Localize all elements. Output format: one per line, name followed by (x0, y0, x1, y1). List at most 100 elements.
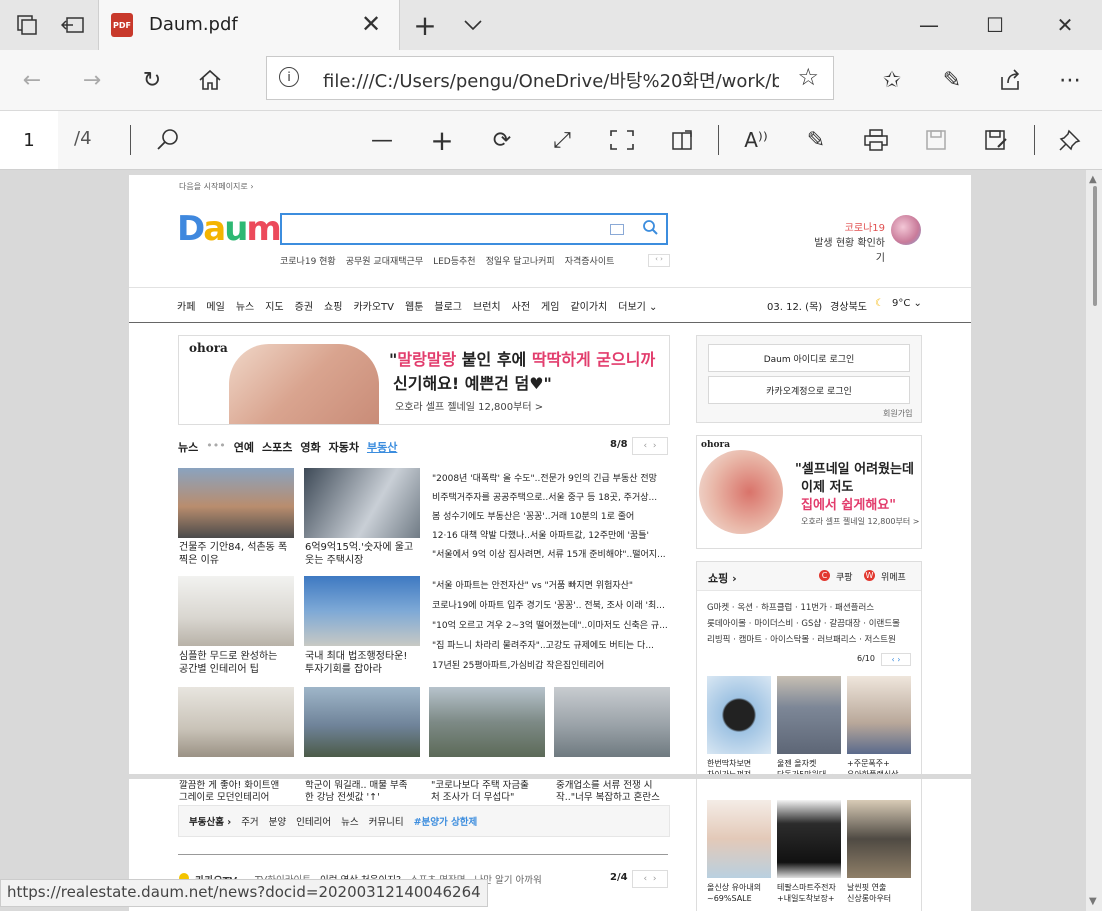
shopping-link-row[interactable]: 리빙픽 · 캠마트 · 아이스탁몰 · 러브패리스 · 저스트원 (707, 632, 915, 648)
kakaotv-pager-arrows[interactable]: ‹ › (632, 870, 668, 888)
save-as-icon[interactable] (976, 123, 1016, 157)
shopping-title[interactable]: 쇼핑 › (708, 570, 737, 586)
wemakeprice-link[interactable]: 위메프 (881, 570, 906, 583)
news-photo[interactable] (178, 468, 294, 538)
kakao-login-button[interactable]: 카카오계정으로 로그인 (708, 376, 910, 404)
menu-item[interactable]: 쇼핑 (324, 298, 342, 313)
photo-caption[interactable]: 심플한 무드로 완성하는 공간별 인테리어 팁 (179, 650, 294, 676)
photo-caption[interactable]: 건물주 기안84, 석촌동 폭 찍은 이유 (179, 541, 294, 567)
keyword-link[interactable]: 자격증사이트 (565, 254, 615, 267)
home-icon[interactable] (190, 62, 230, 98)
product-caption[interactable]: +주문폭주+ 우아한플랫신상 (847, 758, 913, 774)
product-caption[interactable]: 울젠 올자켓 단독가5만원대~ (777, 758, 843, 774)
news-pager-arrows[interactable]: ‹ › (632, 437, 668, 455)
zoom-in-icon[interactable]: + (422, 123, 462, 157)
news-photo[interactable] (429, 687, 545, 757)
realestate-hashtag-link[interactable]: #분양가 상한제 (414, 814, 478, 828)
close-tab-icon[interactable]: ✕ (361, 10, 381, 38)
daum-logo[interactable]: Daum (177, 209, 282, 249)
realestate-home-link[interactable]: 부동산홈 › (189, 814, 231, 828)
tab-actions-icon[interactable] (14, 12, 40, 38)
tab-entertainment[interactable]: 연예 (234, 439, 254, 455)
keyword-link[interactable]: 정일우 달고나커피 (486, 254, 555, 267)
menu-item[interactable]: 같이가치 (570, 298, 607, 313)
keyword-link[interactable]: LED등추천 (433, 254, 475, 267)
keyword-pager[interactable]: ‹ › (648, 254, 670, 267)
address-url[interactable]: file:///C:/Users/pengu/OneDrive/바탕%20화면/… (323, 67, 779, 93)
product-kids-image[interactable] (707, 800, 771, 878)
news-photo[interactable] (178, 576, 294, 646)
photo-caption[interactable]: 6억9억15억.'숫자에 울고 웃는 주택시장 (305, 541, 420, 567)
product-caption[interactable]: 올신상 유아내의 ~69%SALE (707, 882, 773, 904)
minimize-button[interactable]: — (906, 8, 952, 42)
product-flat-image[interactable] (847, 676, 911, 754)
refresh-icon[interactable]: ↻ (132, 62, 172, 98)
keyword-link[interactable]: 공무원 교대재택근무 (346, 254, 423, 267)
keyboard-icon[interactable] (610, 224, 624, 235)
coupang-link[interactable]: 쿠팡 (836, 570, 853, 583)
ohora-side-ad[interactable]: ohora "셀프네일 어려웠는데 이제 저도 집에서 쉽게해요" 오호라 셀프… (696, 435, 922, 549)
news-photo[interactable] (554, 687, 670, 757)
region-text[interactable]: 경상북도 (830, 298, 867, 313)
realestate-link[interactable]: 뉴스 (341, 814, 358, 828)
news-photo[interactable] (304, 687, 420, 757)
set-tabs-aside-icon[interactable] (60, 12, 86, 38)
forward-icon[interactable]: → (72, 62, 112, 98)
full-screen-icon[interactable] (602, 123, 642, 157)
news-photo[interactable] (304, 468, 420, 538)
set-start-page-link[interactable]: 다음을 시작페이지로 › (179, 181, 254, 192)
ohora-banner-ad[interactable]: ohora "말랑말랑 붙인 후에 딱딱하게 굳으니까 신기해요! 예쁜건 덤♥… (178, 335, 670, 425)
maximize-button[interactable]: ☐ (972, 8, 1018, 42)
menu-item[interactable]: 웹툰 (405, 298, 423, 313)
page-view-icon[interactable] (662, 123, 702, 157)
photo-caption[interactable]: 국내 최대 법조행정타운! 투자기회를 잡아라 (305, 650, 420, 676)
news-headline[interactable]: 17년된 25평아파트,가심비갑 작은집인테리어 (432, 658, 668, 678)
photo-caption[interactable]: "코로나보다 주택 자금출 처 조사가 더 무섭다" (431, 780, 549, 804)
print-icon[interactable] (856, 123, 896, 157)
read-aloud-icon[interactable]: A⁾⁾ (736, 123, 776, 157)
product-coat-image[interactable] (847, 800, 911, 878)
new-tab-icon[interactable]: + (412, 9, 438, 42)
menu-more[interactable]: 더보기 ⌄ (618, 298, 657, 313)
keyword-link[interactable]: 코로나19 현황 (280, 254, 336, 267)
favorites-list-icon[interactable]: ✩ (872, 62, 912, 98)
tab-car[interactable]: 자동차 (329, 439, 359, 455)
chevron-down-icon[interactable] (460, 12, 486, 38)
menu-item[interactable]: 블로그 (434, 298, 462, 313)
news-headline[interactable]: 비주택거주자를 공공주택으로..서울 중구 등 18곳, 주거상... (432, 490, 668, 509)
product-kettle-image[interactable] (777, 800, 841, 878)
photo-caption[interactable]: 중개업소를 서류 전쟁 시 작.."너무 복잡하고 혼란스 (556, 780, 674, 804)
menu-item[interactable]: 게임 (541, 298, 559, 313)
menu-item[interactable]: 카페 (177, 298, 195, 313)
menu-item[interactable]: 증권 (295, 298, 313, 313)
zoom-out-icon[interactable]: — (362, 123, 402, 157)
news-headline[interactable]: 코로나19에 아파트 입주 경기도 '꽁꽁'.. 전북, 조사 이래 '최... (432, 598, 668, 618)
shopping-link-row[interactable]: 롯데아이몰 · 마이더스비 · GS샵 · 갈끔대장 · 이랜드몰 (707, 616, 915, 632)
tab-daum-pdf[interactable]: PDF Daum.pdf ✕ (98, 0, 400, 50)
pen-annotate-icon[interactable]: ✎ (932, 62, 972, 98)
corona-banner[interactable]: 코로나19 발생 현황 확인하기 (809, 219, 885, 264)
shopping-pager-arrows[interactable]: ‹ › (881, 653, 911, 666)
signup-link[interactable]: 회원가입 (883, 408, 912, 419)
address-bar[interactable]: i file:///C:/Users/pengu/OneDrive/바탕%20화… (266, 56, 834, 100)
realestate-link[interactable]: 인테리어 (296, 814, 331, 828)
save-icon[interactable] (916, 123, 956, 157)
page-number-input[interactable]: 1 (0, 111, 58, 169)
news-headline[interactable]: "2008년 '대폭락' 올 수도"..전문가 9인의 긴급 부동산 전망 (432, 471, 668, 490)
product-caption[interactable]: 날씬핏 연출 신상롱아우터 (847, 882, 913, 904)
scroll-down-icon[interactable]: ▼ (1089, 896, 1097, 907)
back-icon[interactable]: ← (12, 62, 52, 98)
favorite-star-icon[interactable]: ☆ (797, 63, 819, 91)
tab-realestate[interactable]: 부동산 (367, 439, 397, 455)
realestate-link[interactable]: 주거 (241, 814, 258, 828)
more-options-icon[interactable]: ⋯ (1050, 62, 1090, 98)
shopping-link-row[interactable]: G마켓 · 옥션 · 하프클럽 · 11번가 · 패션플러스 (707, 600, 915, 616)
news-headline[interactable]: "집 파느니 차라리 물려주자"..고강도 규제에도 버티는 다... (432, 638, 668, 658)
pin-toolbar-icon[interactable] (1050, 123, 1090, 157)
product-caption[interactable]: 한번딱차보면 차이가느껴져 (707, 758, 773, 774)
news-headline[interactable]: "서울에서 9억 이상 집사려면, 서류 15개 준비해야"..떨어지... (432, 547, 668, 566)
daum-login-button[interactable]: Daum 아이디로 로그인 (708, 344, 910, 372)
search-input[interactable] (280, 213, 668, 245)
rotate-icon[interactable]: ⟳ (482, 123, 522, 157)
product-caption[interactable]: 테팔스마트주전자 +내일도착보장+ (777, 882, 843, 904)
